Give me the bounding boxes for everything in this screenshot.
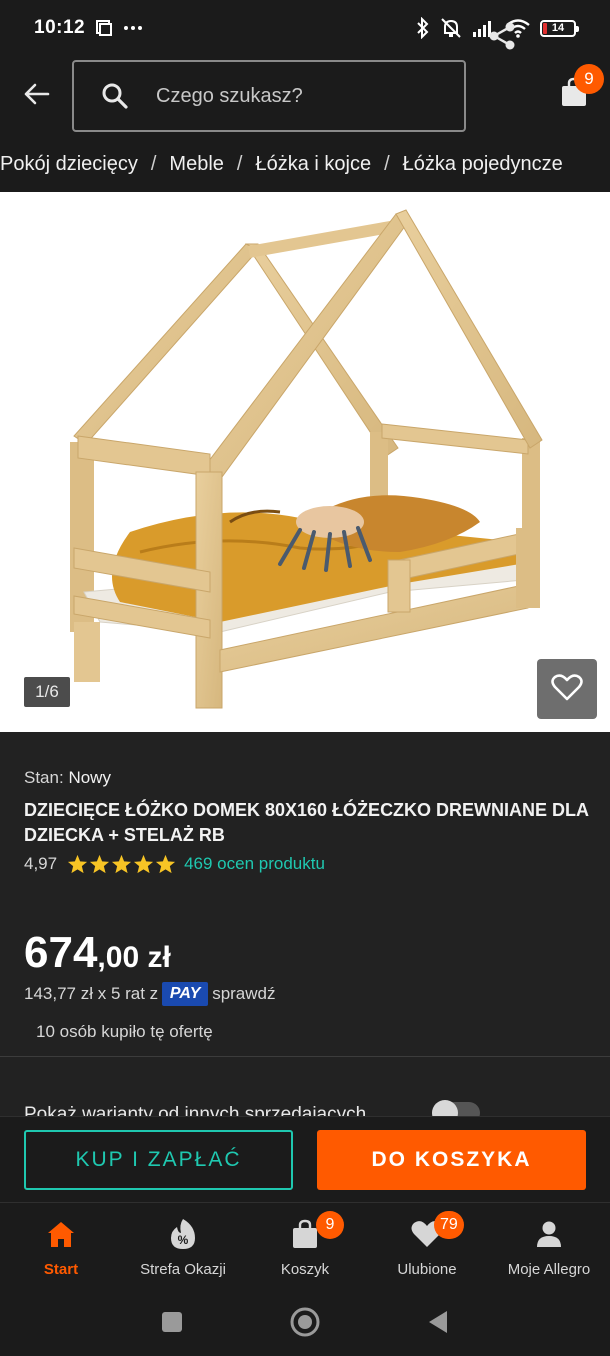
image-counter: 1/6	[24, 677, 70, 707]
buy-now-button[interactable]: KUP I ZAPŁAĆ	[24, 1130, 293, 1190]
breadcrumb-separator: /	[384, 152, 390, 175]
installments-check-link[interactable]: sprawdź	[212, 984, 275, 1004]
back-button[interactable]	[0, 56, 72, 136]
breadcrumb-item[interactable]: Meble	[169, 153, 223, 176]
arrow-left-icon	[22, 82, 50, 111]
bluetooth-icon	[416, 17, 430, 39]
search-icon	[98, 79, 132, 113]
nav-item-cart[interactable]: Koszyk 9	[244, 1203, 366, 1293]
installments-text: 143,77 zł x 5 rat z	[24, 984, 159, 1003]
battery-icon: 14	[540, 19, 579, 37]
installments-info: 143,77 zł x 5 rat z PAY sprawdź	[24, 982, 276, 1006]
breadcrumb-separator: /	[150, 152, 157, 175]
breadcrumb-item[interactable]: Łóżka i kojce	[255, 153, 371, 176]
star-icon	[156, 854, 176, 874]
product-image	[70, 209, 543, 709]
rating-stars	[67, 854, 176, 874]
top-header	[0, 56, 610, 136]
nav-item-deals[interactable]: % Strefa Okazji	[122, 1203, 244, 1293]
nav-item-my-allegro[interactable]: Moje Allegro	[488, 1203, 610, 1293]
cart-count-badge: 9	[574, 64, 604, 94]
star-icon	[68, 854, 88, 874]
svg-text:%: %	[178, 1233, 189, 1247]
pay-badge: PAY	[162, 982, 209, 1006]
condition-value: Nowy	[68, 768, 111, 787]
nav-label: Ulubione	[397, 1261, 457, 1278]
nav-label: Start	[43, 1261, 79, 1278]
more-icon	[123, 25, 143, 31]
price-decimal: ,00 zł	[97, 941, 171, 974]
share-button[interactable]	[482, 18, 522, 58]
breadcrumb-item[interactable]: Łóżka pojedyncze	[403, 153, 563, 176]
screenshot-icon	[95, 19, 113, 37]
nav-item-start[interactable]: Start	[0, 1203, 122, 1293]
nav-cart-badge: 9	[316, 1211, 344, 1239]
heart-outline-icon	[551, 673, 583, 706]
share-icon	[487, 21, 517, 56]
home-button[interactable]	[287, 1306, 323, 1342]
breadcrumb-separator: /	[236, 152, 243, 175]
nav-item-favorites[interactable]: Ulubione 79	[366, 1203, 488, 1293]
condition-label: Stan:	[24, 768, 64, 787]
bottom-navigation: Start % Strefa Okazji Koszyk 9 Ulubione …	[0, 1202, 610, 1292]
nav-label: Moje Allegro	[507, 1261, 591, 1278]
breadcrumb: Pokój dziecięcy / Meble / Łóżka i kojce …	[0, 136, 610, 192]
search-input[interactable]	[156, 84, 436, 108]
product-image-gallery[interactable]	[0, 192, 610, 732]
nav-label: Koszyk	[280, 1261, 330, 1278]
purchase-action-bar: KUP I ZAPŁAĆ DO KOSZYKA	[0, 1116, 610, 1202]
nav-favorites-badge: 79	[434, 1211, 464, 1239]
square-icon	[161, 1311, 183, 1338]
search-box[interactable]	[72, 60, 466, 132]
star-icon	[134, 854, 154, 874]
battery-level: 14	[551, 22, 565, 34]
product-price: 674,00 zł	[24, 928, 171, 978]
bought-count-text: 10 osób kupiło tę ofertę	[36, 1022, 213, 1041]
mute-icon	[439, 17, 463, 39]
star-icon	[90, 854, 110, 874]
nav-label: Strefa Okazji	[140, 1261, 226, 1278]
triangle-back-icon	[427, 1310, 449, 1339]
system-navigation-bar	[0, 1292, 610, 1356]
star-icon	[112, 854, 132, 874]
system-back-button[interactable]	[420, 1306, 456, 1342]
recents-button[interactable]	[154, 1306, 190, 1342]
price-integer: 674	[24, 928, 98, 977]
product-title: DZIECIĘCE ŁÓŻKO DOMEK 80X160 ŁÓŻECZKO DR…	[24, 800, 589, 845]
status-time: 10:12	[34, 17, 86, 38]
deals-icon: %	[166, 1217, 200, 1251]
product-info: Stan: Nowy DZIECIĘCE ŁÓŻKO DOMEK 80X160 …	[0, 732, 610, 1126]
user-icon	[532, 1217, 566, 1251]
breadcrumb-item[interactable]: Pokój dziecięcy	[0, 153, 138, 176]
reviews-link[interactable]: 469 ocen produktu	[184, 854, 325, 874]
rating-value: 4,97	[24, 854, 58, 873]
add-to-cart-button[interactable]: DO KOSZYKA	[317, 1130, 586, 1190]
product-rating[interactable]: 4,97 469 ocen produktu	[24, 854, 325, 874]
add-to-favorites-button[interactable]	[537, 659, 597, 719]
product-condition: Stan: Nowy	[24, 768, 111, 788]
product-page: 10:12 14 Czego szukasz? 9 Pokój dziecięc…	[0, 0, 610, 1356]
divider	[0, 1056, 610, 1057]
circle-icon	[289, 1306, 321, 1343]
home-icon	[44, 1217, 78, 1251]
